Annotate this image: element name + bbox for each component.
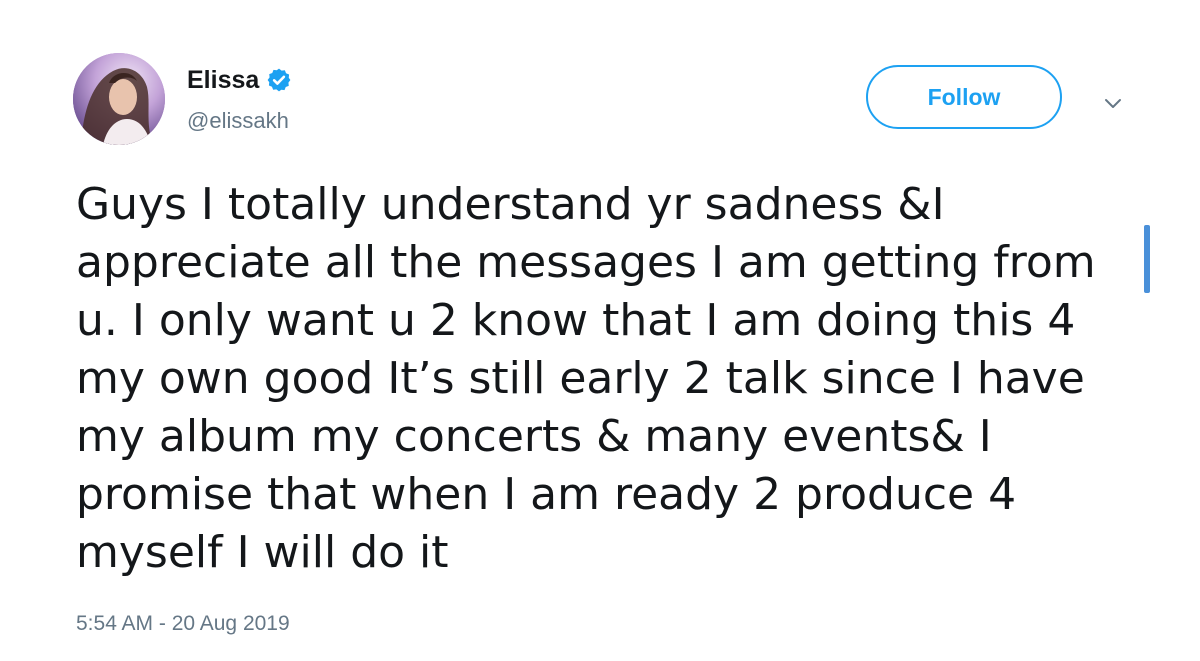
verified-badge-icon [266, 67, 292, 93]
author-handle[interactable]: @elissakh [187, 108, 289, 134]
more-options-button[interactable] [1098, 88, 1128, 118]
follow-button[interactable]: Follow [866, 65, 1062, 129]
avatar[interactable] [73, 53, 165, 145]
chevron-down-icon [1105, 99, 1121, 108]
tweet-card: Elissa @elissakh Follow Guys I totally u… [0, 0, 1200, 661]
author-display-name[interactable]: Elissa [187, 66, 259, 95]
scrollbar-thumb[interactable] [1144, 225, 1150, 293]
tweet-text: Guys I totally understand yr sadness &I … [76, 179, 1096, 578]
tweet-timestamp[interactable]: 5:54 AM - 20 Aug 2019 [76, 612, 290, 636]
author-name-row: Elissa [187, 60, 292, 100]
profile-photo-icon [73, 53, 165, 145]
